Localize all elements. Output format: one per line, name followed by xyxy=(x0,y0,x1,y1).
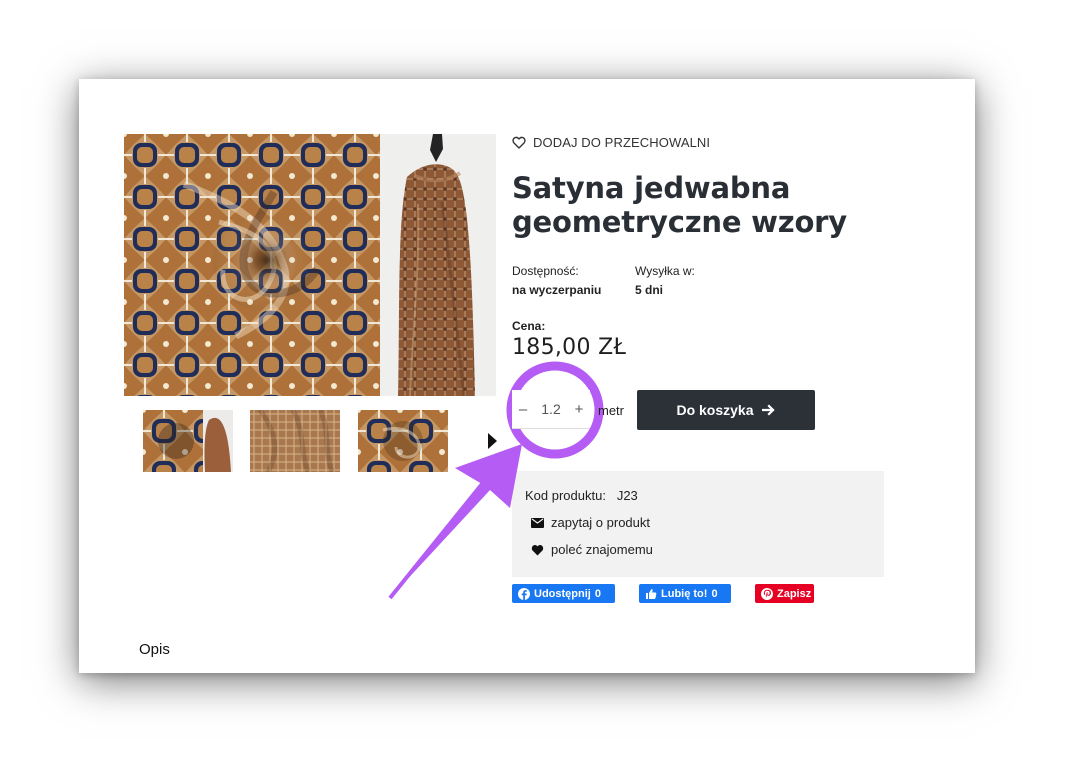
product-page-screenshot: DODAJ DO PRZECHOWALNI Satyna jedwabna ge… xyxy=(79,79,975,673)
dress-art xyxy=(380,134,496,396)
shipping-label: Wysyłka w: xyxy=(635,264,695,278)
quantity-increase-button[interactable]: + xyxy=(568,390,590,428)
facebook-share-count: 0 xyxy=(594,587,601,600)
quantity-decrease-button[interactable]: – xyxy=(512,390,534,428)
availability-value: na wyczerpaniu xyxy=(512,283,602,297)
thumbnail-3[interactable] xyxy=(358,410,448,472)
heart-icon xyxy=(531,544,544,556)
availability-info: Dostępność: na wyczerpaniu xyxy=(512,262,601,300)
product-code-label: Kod produktu: xyxy=(525,488,606,503)
main-product-image[interactable] xyxy=(124,134,496,396)
availability-label: Dostępność: xyxy=(512,264,579,278)
pinterest-icon xyxy=(761,587,773,600)
ask-about-product-label: zapytaj o produkt xyxy=(551,515,651,530)
product-price: 185,00 ZŁ xyxy=(512,335,627,360)
facebook-like-count: 0 xyxy=(711,587,718,600)
facebook-share-button[interactable]: Udostępnij 0 xyxy=(512,584,615,603)
facebook-icon xyxy=(518,587,530,600)
price-label: Cena: xyxy=(512,319,546,333)
ask-about-product-link[interactable]: zapytaj o produkt xyxy=(531,515,650,530)
recommend-to-friend-label: poleć znajomemu xyxy=(551,542,653,557)
pinterest-label: Zapisz xyxy=(777,587,812,600)
product-title: Satyna jedwabna geometryczne wzory xyxy=(512,171,847,239)
thumbnail-3-art xyxy=(358,410,448,472)
envelope-icon xyxy=(531,517,544,528)
quantity-unit-label: metr xyxy=(598,403,624,418)
arrow-right-icon xyxy=(761,404,776,416)
add-to-cart-label: Do koszyka xyxy=(676,402,754,418)
thumbnail-1[interactable] xyxy=(143,410,233,472)
quantity-input[interactable] xyxy=(535,391,567,427)
fabric-pattern-image xyxy=(124,134,380,396)
thumbnail-1-art xyxy=(143,410,233,472)
shipping-info: Wysyłka w: 5 dni xyxy=(635,262,695,300)
quantity-stepper[interactable]: – + xyxy=(512,390,590,429)
facebook-like-label: Lubię to! xyxy=(661,587,708,600)
pinterest-save-button[interactable]: Zapisz xyxy=(755,584,814,603)
carousel-next-icon[interactable] xyxy=(488,433,497,449)
product-code-value: J23 xyxy=(616,488,638,503)
heart-outline-icon xyxy=(512,136,526,149)
recommend-to-friend-link[interactable]: poleć znajomemu xyxy=(531,542,653,557)
add-to-cart-button[interactable]: Do koszyka xyxy=(637,390,815,430)
add-to-wishlist-link[interactable]: DODAJ DO PRZECHOWALNI xyxy=(512,135,710,150)
product-code-row: Kod produktu: J23 xyxy=(525,488,638,503)
fabric-pattern-art xyxy=(124,134,380,396)
product-info-box: Kod produktu: J23 zapytaj o produkt pole… xyxy=(512,471,884,577)
facebook-share-label: Udostępnij xyxy=(534,587,591,600)
description-tab[interactable]: Opis xyxy=(139,641,170,659)
thumbs-up-icon xyxy=(645,588,657,600)
thumbnail-2[interactable] xyxy=(250,410,340,472)
facebook-like-button[interactable]: Lubię to! 0 xyxy=(639,584,731,603)
wishlist-label: DODAJ DO PRZECHOWALNI xyxy=(533,135,711,150)
dress-model-image xyxy=(380,134,496,396)
shipping-value: 5 dni xyxy=(635,283,664,297)
thumbnail-2-art xyxy=(250,410,340,472)
